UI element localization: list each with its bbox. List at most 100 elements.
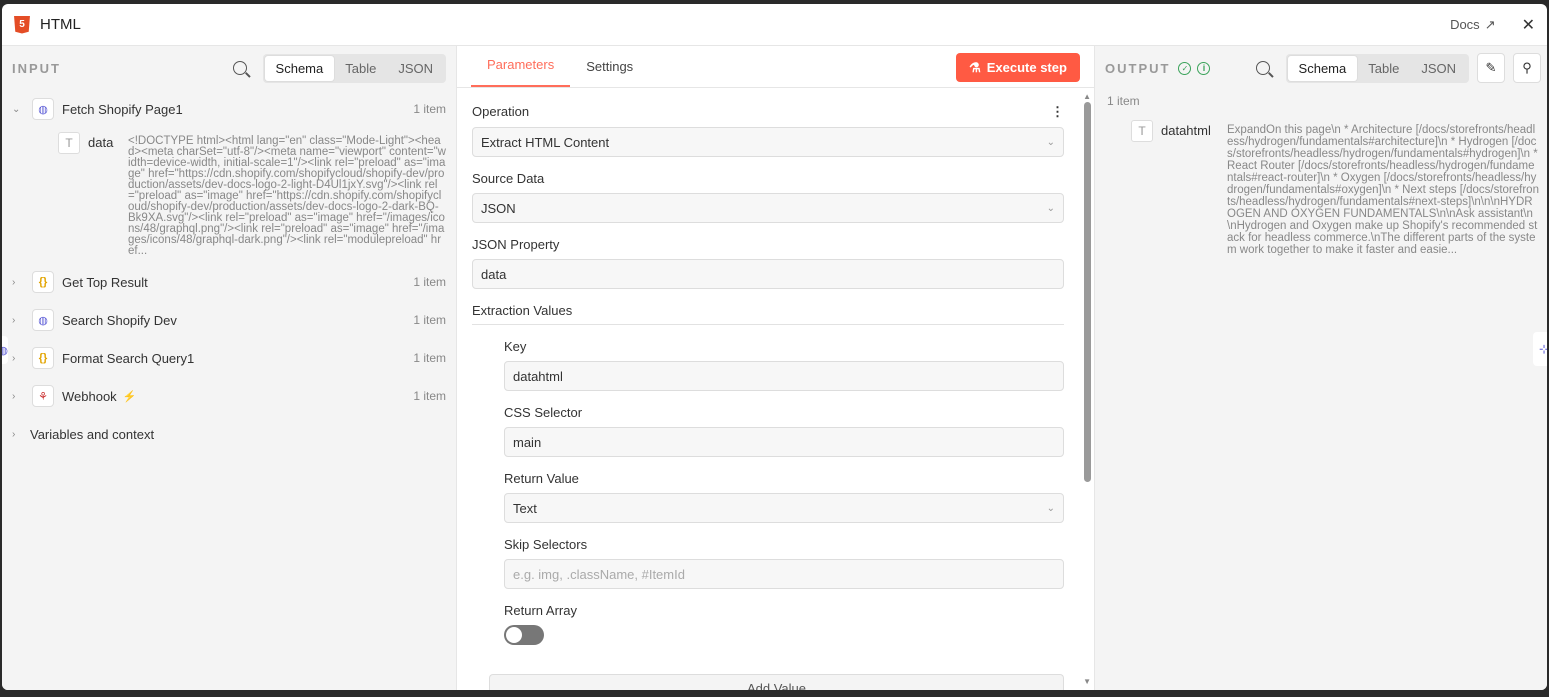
webhook-icon: ⚘: [32, 385, 54, 407]
info-icon[interactable]: i: [1197, 61, 1211, 75]
input-node-get-top-result[interactable]: › {} Get Top Result 1 item: [2, 263, 456, 301]
item-count: 1 item: [413, 351, 446, 365]
source-data-value: JSON: [481, 200, 516, 216]
chevron-down-icon[interactable]: ⌄: [12, 104, 30, 115]
input-view-table[interactable]: Table: [334, 56, 387, 81]
return-value-value: Text: [513, 500, 537, 516]
node-name: Fetch Shopify Page1: [62, 101, 183, 117]
input-node-webhook[interactable]: › ⚘ Webhook ⚡ 1 item: [2, 377, 456, 415]
scroll-down-icon[interactable]: ▼: [1083, 677, 1091, 686]
chevron-down-icon: ⌄: [1046, 502, 1055, 514]
return-value-label: Return Value: [504, 471, 579, 486]
text-type-icon: T: [58, 132, 80, 154]
scrollbar[interactable]: [1084, 102, 1091, 482]
edit-pencil-icon[interactable]: ✎: [1477, 53, 1505, 83]
search-icon[interactable]: [1255, 61, 1270, 75]
skip-selectors-placeholder: e.g. img, .className, #ItemId: [513, 566, 685, 582]
docs-label: Docs: [1450, 17, 1480, 32]
input-label: INPUT: [12, 60, 61, 76]
input-node-search-shopify-dev[interactable]: › ◍ Search Shopify Dev 1 item: [2, 301, 456, 339]
output-view-json[interactable]: JSON: [1410, 56, 1467, 81]
data-key[interactable]: data: [88, 132, 128, 257]
chevron-right-icon[interactable]: ›: [12, 277, 30, 288]
node-modal: ▲ 5 HTML Docs ↗ ✕ ◍ INPUT Schema Table J…: [2, 4, 1547, 690]
pin-icon[interactable]: ⚲: [1513, 53, 1541, 83]
globe-icon: ◍: [32, 98, 54, 120]
operation-value: Extract HTML Content: [481, 134, 610, 150]
css-selector-input[interactable]: main: [504, 427, 1064, 457]
operation-select[interactable]: Extract HTML Content ⌄: [472, 127, 1064, 157]
input-view-schema[interactable]: Schema: [264, 55, 335, 81]
data-value: <!DOCTYPE html><html lang="en" class="Mo…: [128, 135, 446, 257]
modal-title: HTML: [40, 16, 81, 33]
chevron-right-icon[interactable]: ›: [12, 429, 30, 440]
trigger-bolt-icon: ⚡: [122, 390, 137, 403]
skip-selectors-label: Skip Selectors: [504, 537, 588, 552]
extraction-values-header: Extraction Values: [472, 303, 1064, 325]
success-check-icon: ✓: [1178, 61, 1192, 75]
output-key[interactable]: datahtml: [1161, 120, 1219, 256]
execute-label: Execute step: [986, 60, 1067, 75]
chevron-down-icon: ⌄: [1046, 136, 1055, 148]
variables-context-row[interactable]: › Variables and context: [2, 415, 456, 453]
output-item-count: 1 item: [1107, 94, 1140, 108]
output-side-pin-icon[interactable]: ⊹: [1533, 332, 1547, 366]
tab-settings[interactable]: Settings: [570, 59, 649, 87]
output-label: OUTPUT: [1105, 60, 1171, 76]
input-view-json[interactable]: JSON: [387, 56, 444, 81]
return-array-label: Return Array: [504, 603, 577, 618]
text-type-icon: T: [1131, 120, 1153, 142]
json-property-input[interactable]: data: [472, 259, 1064, 289]
docs-link[interactable]: Docs ↗: [1450, 17, 1496, 33]
key-value: datahtml: [513, 368, 563, 384]
json-property-value: data: [481, 266, 507, 282]
parameters-panel: Parameters Settings ⚗ Execute step ▲ ▼ O…: [456, 46, 1095, 690]
input-side-globe-icon[interactable]: ◍: [2, 336, 8, 364]
scroll-up-icon[interactable]: ▲: [1083, 92, 1091, 101]
output-view-table[interactable]: Table: [1357, 56, 1410, 81]
source-data-label: Source Data: [472, 171, 545, 186]
output-view-schema[interactable]: Schema: [1287, 55, 1358, 81]
braces-icon: {}: [32, 347, 54, 369]
skip-selectors-input[interactable]: e.g. img, .className, #ItemId: [504, 559, 1064, 589]
execute-step-button[interactable]: ⚗ Execute step: [956, 53, 1080, 82]
node-name: Format Search Query1: [62, 350, 195, 366]
node-name: Search Shopify Dev: [62, 312, 177, 328]
output-value: ExpandOn this page\n * Architecture [/do…: [1227, 124, 1539, 256]
modal-header: 5 HTML Docs ↗ ✕: [2, 4, 1547, 46]
key-label: Key: [504, 339, 527, 354]
return-array-toggle[interactable]: [504, 625, 544, 645]
input-node-format-search-query[interactable]: › {} Format Search Query1 1 item: [2, 339, 456, 377]
drag-handle[interactable]: ▲: [747, 4, 805, 10]
item-count: 1 item: [413, 389, 446, 403]
more-options-icon[interactable]: ⋮: [1051, 104, 1064, 120]
add-value-button[interactable]: Add Value: [489, 674, 1064, 690]
output-panel: ⊹ OUTPUT ✓ i Schema Table JSON ✎ ⚲ 1 ite…: [1095, 46, 1547, 690]
external-link-icon: ↗: [1484, 16, 1496, 32]
node-name: Get Top Result: [62, 274, 148, 290]
chevron-right-icon[interactable]: ›: [12, 353, 30, 364]
variables-label: Variables and context: [30, 426, 155, 442]
return-value-select[interactable]: Text ⌄: [504, 493, 1064, 523]
css-selector-value: main: [513, 434, 542, 450]
key-input[interactable]: datahtml: [504, 361, 1064, 391]
output-field-row: T datahtml ExpandOn this page\n * Archit…: [1095, 112, 1547, 256]
chevron-right-icon[interactable]: ›: [12, 391, 30, 402]
chevron-down-icon: ⌄: [1046, 202, 1055, 214]
data-field-row: T data <!DOCTYPE html><html lang="en" cl…: [2, 128, 456, 257]
chevron-right-icon[interactable]: ›: [12, 315, 30, 326]
braces-icon: {}: [32, 271, 54, 293]
search-icon[interactable]: [232, 61, 247, 75]
tab-parameters[interactable]: Parameters: [471, 57, 571, 87]
input-node-fetch-shopify-page[interactable]: ⌄ ◍ Fetch Shopify Page1 1 item: [2, 90, 456, 128]
output-view-switcher: Schema Table JSON: [1285, 53, 1469, 83]
operation-label: Operation: [472, 104, 530, 119]
close-icon[interactable]: ✕: [1522, 15, 1535, 35]
input-panel: ◍ INPUT Schema Table JSON ⌄ ◍ Fetch Shop…: [2, 46, 456, 690]
source-data-select[interactable]: JSON ⌄: [472, 193, 1064, 223]
flask-icon: ⚗: [969, 59, 981, 75]
json-property-label: JSON Property: [472, 237, 560, 252]
extraction-value-item: Key datahtml CSS Selector main Return Va…: [472, 339, 1064, 645]
item-count: 1 item: [413, 313, 446, 327]
css-selector-label: CSS Selector: [504, 405, 583, 420]
